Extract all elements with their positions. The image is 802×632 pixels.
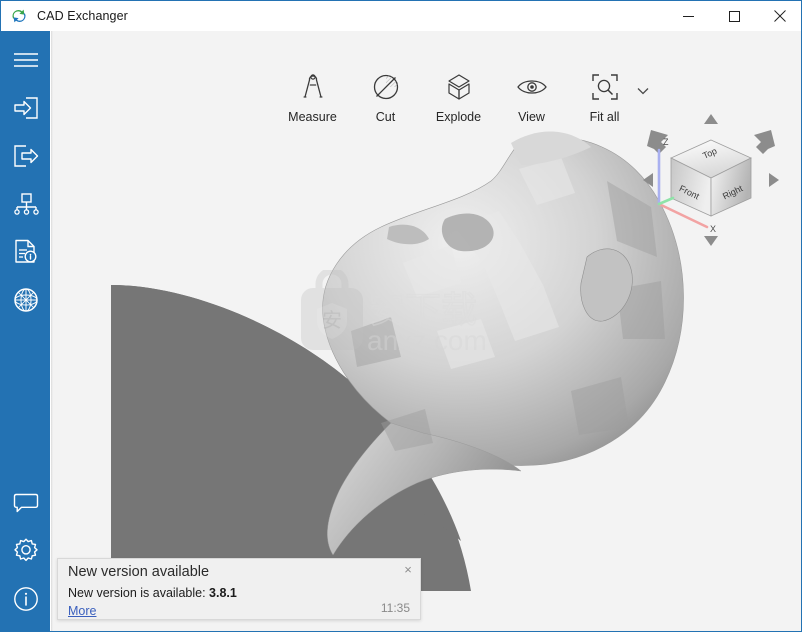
sidebar-item-mesh[interactable]	[1, 278, 50, 326]
document-info-icon	[13, 239, 39, 269]
view-cube-navigator[interactable]: Top Front Right Z X	[635, 104, 787, 256]
3d-viewport[interactable]: Measure Cut Explode View Fit all Top Fro…	[51, 31, 801, 631]
toolbar-button-measure[interactable]: Measure	[276, 63, 349, 124]
chevron-down-icon[interactable]	[635, 83, 651, 99]
arrow-down-icon	[704, 236, 718, 246]
toast-timestamp: 11:35	[380, 601, 410, 615]
title-bar: CAD Exchanger	[1, 0, 801, 31]
circle-slash-hatch-icon	[371, 69, 401, 105]
sidebar-top-group	[1, 38, 50, 326]
sidebar-item-import[interactable]	[1, 86, 50, 134]
arrow-up-icon	[704, 114, 718, 124]
hamburger-menu-icon	[13, 50, 39, 75]
toast-body-version: 3.8.1	[209, 586, 237, 600]
eye-icon	[516, 69, 548, 105]
view-cube-body[interactable]: Top Front Right	[670, 139, 752, 217]
sidebar-bottom-group	[1, 481, 50, 625]
sidebar-item-about[interactable]	[1, 577, 50, 625]
toolbar-label-cut: Cut	[375, 110, 396, 124]
sidebar-item-feedback[interactable]	[1, 481, 50, 529]
main-toolbar: Measure Cut Explode View Fit all	[276, 63, 651, 124]
toolbar-button-cut[interactable]: Cut	[349, 63, 422, 124]
toolbar-button-view[interactable]: View	[495, 63, 568, 124]
window-controls	[665, 1, 801, 31]
application-window: CAD Exchanger Measure Cut Explode View F…	[0, 0, 802, 632]
tree-hierarchy-icon	[13, 192, 39, 221]
sidebar-item-export[interactable]	[1, 134, 50, 182]
speech-bubble-icon	[13, 492, 39, 519]
sidebar-item-properties[interactable]	[1, 230, 50, 278]
sidebar-item-menu[interactable]	[1, 38, 50, 86]
close-button[interactable]	[757, 1, 801, 31]
exploded-cube-icon	[444, 69, 474, 105]
export-arrow-out-of-box-icon	[13, 144, 39, 173]
app-logo-icon	[10, 7, 28, 25]
toast-body-prefix: New version is available:	[68, 586, 210, 600]
maximize-button[interactable]	[711, 1, 757, 31]
info-circle-icon	[13, 586, 39, 617]
magnifier-in-brackets-icon	[590, 69, 620, 105]
scanned-head-mesh[interactable]	[322, 131, 684, 556]
toolbar-label-explode: Explode	[435, 110, 482, 124]
axis-label-x: X	[710, 224, 716, 234]
import-arrow-into-box-icon	[13, 96, 39, 125]
sidebar-item-structure[interactable]	[1, 182, 50, 230]
compass-divider-icon	[298, 69, 328, 105]
toolbar-button-fit-all[interactable]: Fit all	[568, 63, 641, 124]
arrow-right-icon	[769, 173, 779, 187]
toolbar-label-fit-all: Fit all	[589, 110, 620, 124]
toolbar-button-explode[interactable]: Explode	[422, 63, 495, 124]
left-sidebar	[1, 31, 50, 631]
window-title: CAD Exchanger	[37, 9, 128, 23]
notification-toast[interactable]: New version available New version is ava…	[57, 558, 421, 620]
toast-close-icon[interactable]: ×	[400, 561, 416, 577]
gear-icon	[13, 538, 39, 569]
arrow-rotate-top-right-icon	[754, 130, 775, 154]
toast-title: New version available	[68, 564, 210, 580]
axis-label-z: Z	[663, 137, 669, 147]
toolbar-label-view: View	[518, 110, 545, 124]
viewport-left-shadow	[51, 31, 53, 631]
toast-more-link[interactable]: More	[68, 604, 96, 618]
toolbar-label-measure: Measure	[288, 110, 337, 124]
sidebar-item-settings[interactable]	[1, 529, 50, 577]
globe-mesh-icon	[13, 287, 39, 318]
minimize-button[interactable]	[665, 1, 711, 31]
toast-body: New version is available: 3.8.1	[68, 586, 237, 600]
arrow-left-icon	[643, 173, 653, 187]
